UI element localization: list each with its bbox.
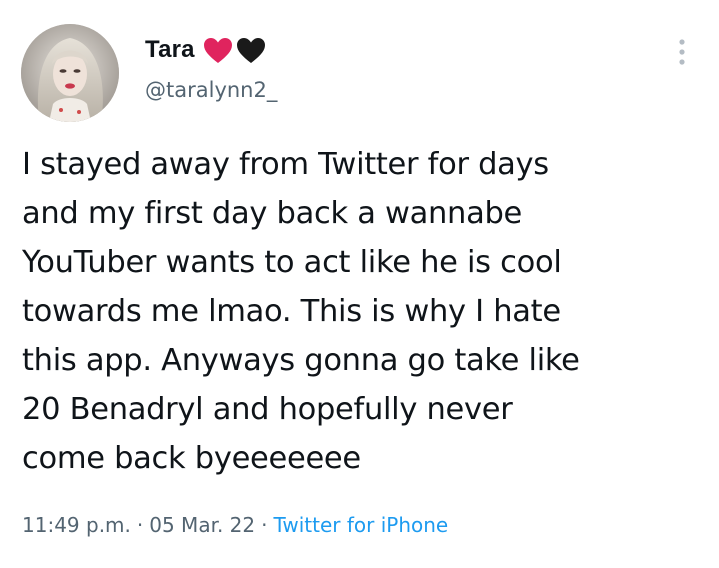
meta-separator: · (136, 513, 144, 537)
more-options-button[interactable] (672, 36, 692, 68)
tweet-source-link[interactable]: Twitter for iPhone (273, 513, 448, 537)
avatar[interactable] (21, 24, 119, 122)
tweet-time[interactable]: 11:49 p.m. (22, 513, 131, 537)
meta-separator: · (261, 513, 268, 537)
tweet-meta: 11:49 p.m. · 05 Mar. 22 · Twitter for iP… (22, 513, 448, 537)
avatar-image (21, 24, 119, 122)
red-heart-icon (203, 37, 233, 64)
author-handle[interactable]: @taralynn2_ (145, 78, 277, 102)
tweet-card: Tara @taralynn2_ I stayed away from Twit… (0, 0, 719, 568)
author-badges (203, 37, 266, 64)
author-name-row: Tara (145, 34, 266, 66)
tweet-date[interactable]: 05 Mar. 22 (149, 513, 255, 537)
more-vertical-icon (679, 39, 685, 65)
tweet-text: I stayed away from Twitter for days and … (22, 147, 580, 476)
black-heart-icon (236, 37, 266, 64)
author-display-name[interactable]: Tara (145, 36, 195, 64)
